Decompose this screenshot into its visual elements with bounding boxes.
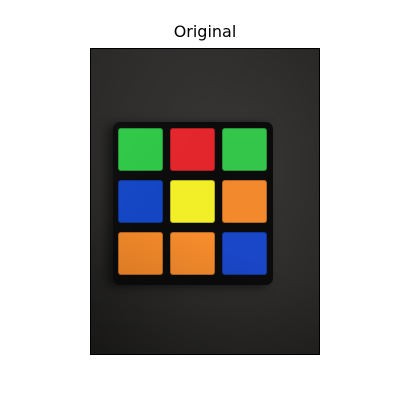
sticker-top-left — [118, 128, 163, 171]
rubiks-cube-face — [113, 122, 273, 285]
sticker-bottom-right — [222, 232, 267, 275]
sticker-center — [170, 180, 215, 223]
sticker-bottom-left — [118, 232, 163, 275]
sticker-bottom-center — [170, 232, 215, 275]
figure: Original — [0, 0, 400, 400]
sticker-top-center — [170, 128, 215, 171]
photo — [90, 48, 320, 355]
sticker-top-right — [222, 128, 267, 171]
sticker-middle-left — [118, 180, 163, 223]
sticker-middle-right — [222, 180, 267, 223]
figure-title: Original — [173, 22, 237, 41]
